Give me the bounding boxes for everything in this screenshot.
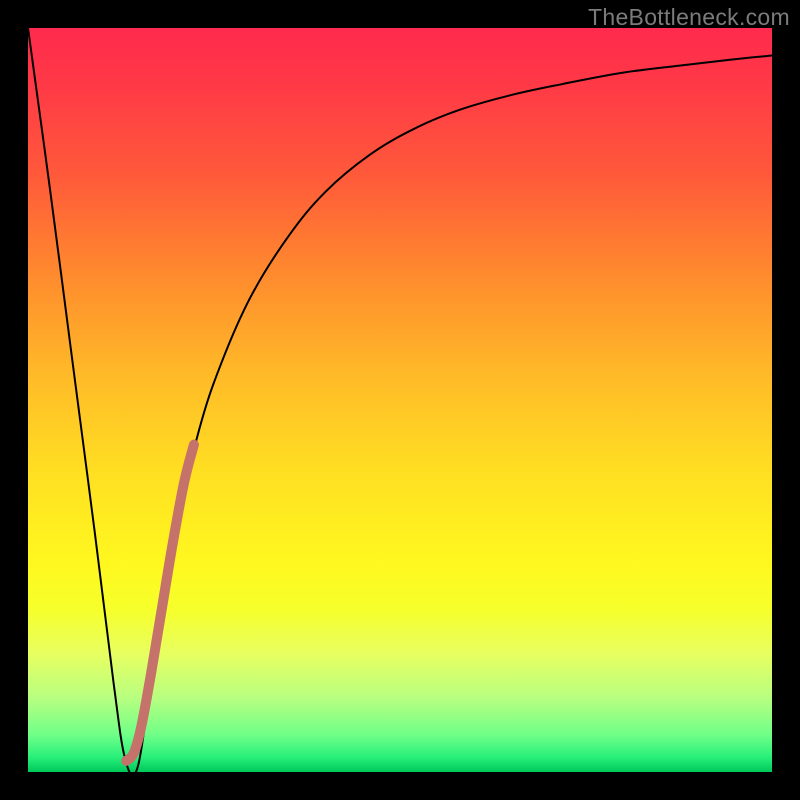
watermark-text: TheBottleneck.com bbox=[588, 4, 790, 31]
plot-area bbox=[28, 28, 772, 772]
chart-frame: TheBottleneck.com bbox=[0, 0, 800, 800]
chart-svg bbox=[28, 28, 772, 772]
series-highlight-segment bbox=[126, 445, 194, 761]
series-bottleneck-curve bbox=[28, 28, 772, 772]
